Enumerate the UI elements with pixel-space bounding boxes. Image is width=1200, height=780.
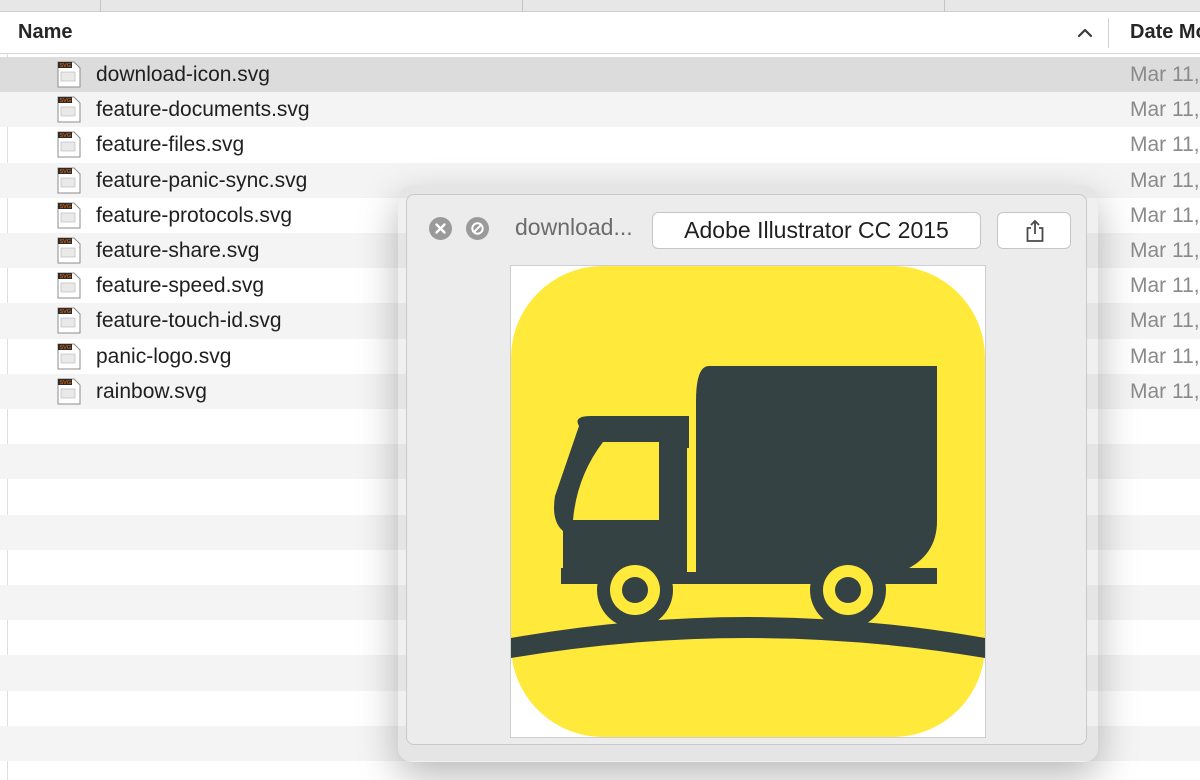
svg-badge-text: SVG xyxy=(60,274,72,280)
column-divider[interactable] xyxy=(1108,18,1109,48)
quicklook-panel: download... Adobe Illustrator CC 2015 xyxy=(406,194,1087,745)
file-row[interactable]: SVG feature-documents.svg Mar 11, xyxy=(0,92,1200,128)
file-name: panic-logo.svg xyxy=(96,344,232,368)
file-name: download-icon.svg xyxy=(96,63,270,86)
svg-file-icon: SVG xyxy=(56,237,82,264)
file-name: feature-files.svg xyxy=(96,133,245,157)
svg-badge-text: SVG xyxy=(60,345,72,351)
toolbar-divider xyxy=(522,0,523,12)
fullscreen-icon[interactable] xyxy=(466,217,489,240)
svg-file-icon: SVG xyxy=(56,307,82,334)
svg-badge-text: SVG xyxy=(60,63,72,69)
file-name: feature-protocols.svg xyxy=(96,203,293,227)
svg-file-icon: SVG xyxy=(56,272,82,299)
svg-badge-text: SVG xyxy=(60,204,72,210)
file-name: rainbow.svg xyxy=(96,379,207,403)
svg-badge-text: SVG xyxy=(60,310,72,316)
svg-badge-text: SVG xyxy=(60,98,72,104)
file-date-modified: Mar 11, xyxy=(1130,274,1200,298)
file-date-modified: Mar 11, xyxy=(1130,238,1200,262)
svg-badge-text: SVG xyxy=(60,239,72,245)
file-name: feature-panic-sync.svg xyxy=(96,168,308,192)
quicklook-title: download... xyxy=(515,214,633,240)
file-date-modified: Mar 11, xyxy=(1130,63,1200,86)
file-date-modified: Mar 11, xyxy=(1130,133,1200,157)
file-date-modified: Mar 11, xyxy=(1130,168,1200,192)
column-header-date[interactable]: Date Mo xyxy=(1130,12,1200,54)
file-date-modified: Mar 11, xyxy=(1130,309,1200,333)
share-icon xyxy=(1026,219,1044,242)
svg-badge-text: SVG xyxy=(60,380,72,386)
delivery-truck-icon xyxy=(511,266,985,737)
file-date-modified: Mar 11, xyxy=(1130,379,1200,403)
svg-file-icon: SVG xyxy=(56,131,82,158)
file-date-modified: Mar 11, xyxy=(1130,98,1200,122)
list-header: Name Date Mo xyxy=(0,12,1200,54)
svg-file-icon: SVG xyxy=(56,96,82,123)
svg-file-icon: SVG xyxy=(56,167,82,194)
file-row[interactable]: SVG download-icon.svg Mar 11, xyxy=(0,57,1200,93)
toolbar-divider xyxy=(944,0,945,12)
svg-file-icon: SVG xyxy=(56,61,82,88)
file-name: feature-speed.svg xyxy=(96,274,265,298)
svg-file-icon: SVG xyxy=(56,343,82,370)
file-name: feature-share.svg xyxy=(96,238,260,262)
empty-row xyxy=(0,761,1200,780)
file-preview xyxy=(510,265,986,738)
svg-badge-text: SVG xyxy=(60,134,72,140)
toolbar-divider xyxy=(100,0,101,12)
svg-file-icon: SVG xyxy=(56,378,82,405)
svg-badge-text: SVG xyxy=(60,169,72,175)
file-date-modified: Mar 11, xyxy=(1130,203,1200,227)
column-header-name[interactable]: Name xyxy=(18,12,72,54)
share-button[interactable] xyxy=(997,212,1071,249)
open-with-button[interactable]: Adobe Illustrator CC 2015 xyxy=(652,212,981,249)
chevron-up-icon[interactable] xyxy=(1075,25,1095,41)
svg-file-icon: SVG xyxy=(56,202,82,229)
toolbar-strip xyxy=(0,0,1200,12)
file-name: feature-documents.svg xyxy=(96,98,310,122)
file-name: feature-touch-id.svg xyxy=(96,309,282,333)
close-icon[interactable] xyxy=(429,217,452,240)
file-row[interactable]: SVG feature-files.svg Mar 11, xyxy=(0,127,1200,162)
file-date-modified: Mar 11, xyxy=(1130,344,1200,368)
